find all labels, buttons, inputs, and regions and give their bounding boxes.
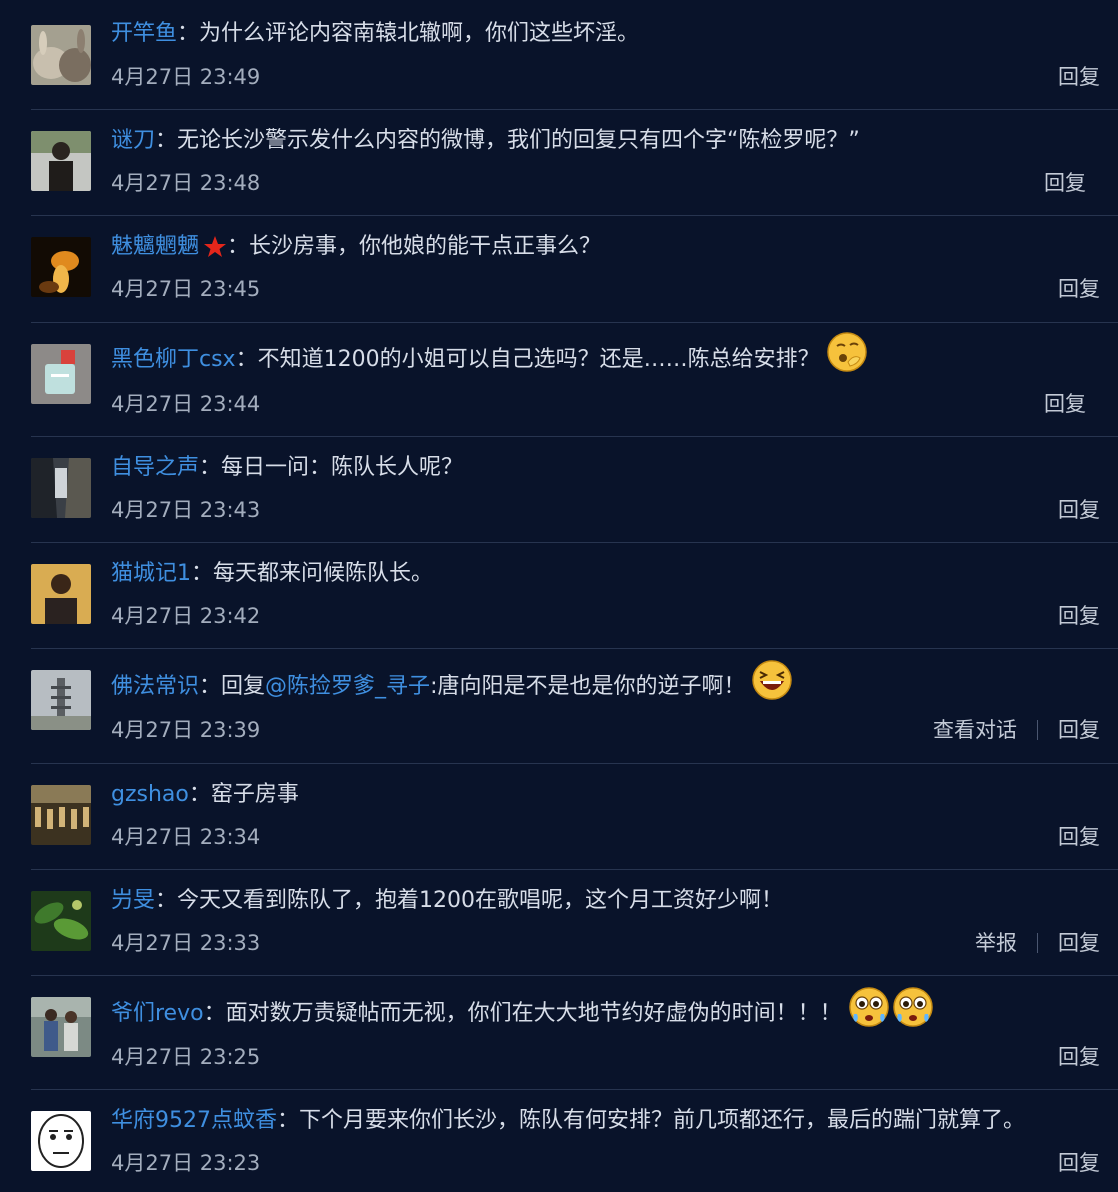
comment-item: 佛法常识：回复@陈捡罗爹_寻子:唐向阳是不是也是你的逆子啊！ 4月27日 23:… [31,649,1118,764]
reply-button[interactable]: 回复 [1058,1043,1100,1071]
reply-button[interactable]: 回复 [1058,1149,1100,1177]
comment-item: 屶旻：今天又看到陈队了，抱着1200在歌唱呢，这个月工资好少啊！ 4月27日 2… [31,870,1118,976]
comment-text: :唐向阳是不是也是你的逆子啊！ [430,674,746,699]
avatar-image-street [31,458,91,518]
comment-item: 自导之声：每日一问：陈队长人呢？ 4月27日 23:43 回复 [31,437,1118,543]
comment-time: 4月27日 23:42 [111,604,261,628]
crying-face-emoji-icon [848,987,889,1027]
comment-author[interactable]: 佛法常识 [111,674,199,699]
avatar-image-leaves [31,891,91,951]
avatar[interactable] [31,458,91,518]
action-divider [1037,720,1038,740]
comment-time: 4月27日 23:23 [111,1151,261,1175]
action-divider [1037,933,1038,953]
avatar[interactable] [31,785,91,845]
comment-text: 今天又看到陈队了，抱着1200在歌唱呢，这个月工资好少啊！ [177,888,784,913]
comment-item: 谜刀：无论长沙警示发什么内容的微博，我们的回复只有四个字“陈检罗呢？” 4月27… [31,110,1118,216]
avatar-image-flame [31,237,91,297]
avatar[interactable] [31,564,91,624]
comment-author[interactable]: 自导之声 [111,455,199,480]
avatar-image-person [31,131,91,191]
comment-text: 不知道1200的小姐可以自己选吗？还是……陈总给安排？ [257,347,820,372]
comment-author[interactable]: 黑色柳丁csx [111,347,236,372]
comment-time: 4月27日 23:39 [111,718,261,742]
comment-time: 4月27日 23:44 [111,392,261,416]
reply-button[interactable]: 回复 [1058,823,1100,851]
comment-author[interactable]: 爷们revo [111,1001,204,1026]
comment-author[interactable]: 华府9527点蚊香 [111,1108,277,1133]
avatar[interactable] [31,997,91,1057]
comment-mention-link[interactable]: @陈捡罗爹_寻子 [265,674,430,699]
avatar-image-crowd [31,785,91,845]
comment-time: 4月27日 23:49 [111,65,261,89]
reply-button[interactable]: 回复 [1058,496,1100,524]
comment-item: 开竿鱼：为什么评论内容南辕北辙啊，你们这些坏淫。 4月27日 23:49 回复 [31,0,1118,110]
comment-list: 开竿鱼：为什么评论内容南辕北辙啊，你们这些坏淫。 4月27日 23:49 回复 … [0,0,1118,1192]
comment-text: 为什么评论内容南辕北辙啊，你们这些坏淫。 [199,21,640,46]
comment-time: 4月27日 23:33 [111,931,261,955]
comment-time: 4月27日 23:45 [111,277,261,301]
thinking-face-emoji-icon [826,332,867,372]
comment-text: 下个月要来你们长沙，陈队有何安排？前几项都还行，最后的踹门就算了。 [299,1108,1026,1133]
avatar[interactable] [31,670,91,730]
comment-text: 长沙房事，你他娘的能干点正事么？ [249,234,602,259]
comment-author[interactable]: gzshao [111,782,189,807]
comment-text: 窑子房事 [210,782,299,807]
reply-button[interactable]: 回复 [1058,929,1100,957]
avatar[interactable] [31,344,91,404]
reply-button[interactable]: 回复 [1058,716,1100,744]
comment-item: 猫城记1：每天都来问候陈队长。 4月27日 23:42 回复 [31,543,1118,649]
reply-button[interactable]: 回复 [1044,390,1086,418]
avatar-image-meme-face [31,1111,91,1171]
comment-author[interactable]: 屶旻 [111,888,155,913]
reply-button[interactable]: 回复 [1044,169,1086,197]
avatar-image-figurine [31,344,91,404]
comment-reply-prefix: 回复 [221,674,266,699]
comment-author[interactable]: 猫城记1 [111,561,191,586]
avatar-image-pagoda [31,670,91,730]
avatar[interactable] [31,25,91,85]
avatar-image-rabbits [31,25,91,85]
comment-text: 无论长沙警示发什么内容的微博，我们的回复只有四个字“陈检罗呢？” [177,128,860,153]
comment-text: 每日一问：陈队长人呢？ [221,455,464,480]
avatar-image-portrait [31,564,91,624]
laughing-face-emoji-icon [752,660,793,700]
comment-author[interactable]: 谜刀 [111,128,155,153]
reply-button[interactable]: 回复 [1058,275,1100,303]
comment-author[interactable]: 开竿鱼 [111,21,177,46]
reply-button[interactable]: 回复 [1058,63,1100,91]
comment-item: 华府9527点蚊香：下个月要来你们长沙，陈队有何安排？前几项都还行，最后的踹门就… [31,1090,1118,1192]
avatar-image-couple [31,997,91,1057]
comment-author[interactable]: 魅魑魍魉 [111,234,199,259]
comment-text: 面对数万责疑帖而无视，你们在大大地节约好虚伪的时间！！！ [225,1001,842,1026]
comment-text: 每天都来问候陈队长。 [213,561,434,586]
comment-time: 4月27日 23:34 [111,825,261,849]
avatar[interactable] [31,237,91,297]
comment-time: 4月27日 23:25 [111,1045,261,1069]
crying-face-emoji-icon [892,987,933,1027]
comment-item: 魅魑魍魉 ：长沙房事，你他娘的能干点正事么？ 4月27日 23:45 回复 [31,216,1118,323]
comment-item: 黑色柳丁csx：不知道1200的小姐可以自己选吗？还是……陈总给安排？ 4月27… [31,323,1118,437]
avatar[interactable] [31,891,91,951]
report-button[interactable]: 举报 [975,929,1017,957]
reply-button[interactable]: 回复 [1058,602,1100,630]
comment-time: 4月27日 23:43 [111,498,261,522]
star-badge-icon [204,236,227,257]
avatar[interactable] [31,131,91,191]
comment-item: gzshao：窑子房事 4月27日 23:34 回复 [31,764,1118,870]
comment-item: 爷们revo：面对数万责疑帖而无视，你们在大大地节约好虚伪的时间！！！ 4月27… [31,976,1118,1090]
comment-time: 4月27日 23:48 [111,171,261,195]
view-conversation-button[interactable]: 查看对话 [933,716,1017,744]
avatar[interactable] [31,1111,91,1171]
